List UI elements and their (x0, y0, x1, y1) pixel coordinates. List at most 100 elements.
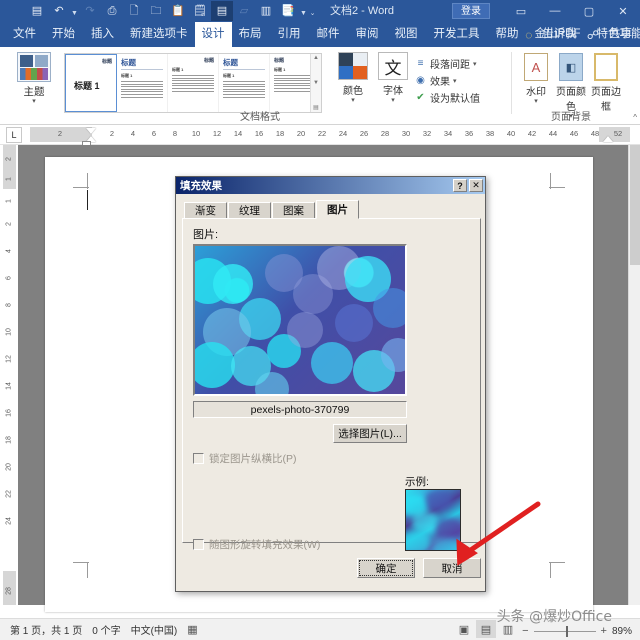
horizontal-ruler[interactable]: L 2 2 4 6 8 10 12 14 16 18 20 22 24 26 2… (0, 125, 640, 146)
ribbon-display-options-icon[interactable]: ▭ (504, 0, 538, 22)
person-share-icon[interactable]: ☍ (587, 28, 599, 42)
colors-button[interactable]: 颜色 ▾ (334, 52, 372, 104)
dialog-tab-pattern[interactable]: 图案 (272, 202, 315, 219)
fill-effects-dialog[interactable]: 填充效果 ? ✕ 渐变 纹理 图案 图片 图片: pexels-photo-37… (175, 176, 486, 592)
open-folder-icon[interactable]: 🗀 (145, 1, 167, 21)
print-layout-view-icon[interactable]: ▤ (476, 620, 496, 638)
undo-dropdown-icon[interactable]: ▼ (70, 1, 79, 21)
first-line-indent-marker[interactable] (86, 128, 96, 134)
maximize-icon[interactable]: ▢ (572, 0, 606, 22)
right-indent-marker[interactable] (603, 136, 613, 142)
chevron-down-icon[interactable]: ▾ (32, 98, 36, 105)
gallery-item[interactable]: 标题 标题 1 (65, 54, 117, 112)
close-icon[interactable]: ✕ (606, 0, 640, 22)
gallery-item-sub: 标题 1 (74, 81, 100, 91)
vruler-number: 2 (5, 222, 13, 226)
themes-button[interactable]: 主题 ▾ (8, 52, 60, 114)
tab-stop-icon[interactable]: L (6, 127, 22, 143)
gallery-item[interactable]: 标题 标题 1 (219, 54, 270, 112)
collapse-ribbon-icon[interactable]: ^ (633, 113, 637, 122)
zoom-slider-handle[interactable] (565, 625, 568, 637)
ruler-number: 48 (590, 129, 600, 138)
tell-me-button[interactable]: 告诉我 (538, 22, 581, 47)
chevron-down-icon[interactable]: ▾ (473, 60, 477, 68)
ok-button[interactable]: 确定 (357, 558, 415, 578)
zoom-in-button[interactable]: + (601, 625, 607, 637)
tab-developer[interactable]: 开发工具 (427, 22, 487, 47)
chevron-down-icon[interactable]: ▾ (374, 97, 412, 104)
tab-design[interactable]: 设计 (194, 22, 232, 47)
effects-button[interactable]: ◉ 效果 ▾ (414, 72, 506, 89)
vertical-ruler[interactable]: 2 1 1 2 4 6 8 10 12 14 16 18 20 22 24 28 (0, 145, 18, 605)
tab-mailings[interactable]: 邮件 (310, 22, 347, 47)
lock-aspect-ratio-checkbox: 锁定图片纵横比(P) (193, 451, 297, 466)
tab-insert[interactable]: 插入 (84, 22, 121, 47)
tab-view[interactable]: 视图 (388, 22, 425, 47)
ribbon-tab-right: ◌ 告诉我 ☍ 共享 (525, 22, 636, 47)
document-title: 文档2 - Word (330, 5, 394, 17)
qat-more-icon[interactable]: ▼ (299, 1, 308, 21)
set-as-default-button[interactable]: ✔ 设为默认值 (414, 89, 506, 106)
chevron-down-icon[interactable]: ▾ (334, 97, 372, 104)
word-count[interactable]: 0 个字 (92, 622, 120, 637)
tab-new-tab[interactable]: 新建选项卡 (123, 22, 195, 47)
tab-review[interactable]: 审阅 (349, 22, 386, 47)
dialog-help-icon[interactable]: ? (453, 179, 467, 192)
qat-customize-icon[interactable]: ⌄ (308, 1, 317, 21)
minimize-icon[interactable]: — (538, 0, 572, 22)
vruler-number: 4 (5, 249, 13, 253)
print-preview-icon[interactable]: ⎙ (101, 1, 123, 21)
gallery-scrollbar[interactable]: ▲ ▼ ▤ (310, 54, 321, 112)
gallery-item[interactable]: 标题 标题 1 (117, 54, 168, 112)
zoom-out-button[interactable]: − (522, 625, 528, 637)
clipboard-icon[interactable]: 📑 (277, 1, 299, 21)
scroll-up-icon[interactable]: ▲ (313, 55, 319, 61)
dialog-tab-gradient[interactable]: 渐变 (184, 202, 227, 219)
style-set-gallery[interactable]: 标题 标题 1 标题 标题 1 标题 标题 1 标题 标题 1 标题 标题 1 … (64, 53, 322, 113)
dialog-tab-picture[interactable]: 图片 (316, 200, 359, 219)
save-icon[interactable]: ▤ (26, 1, 48, 21)
cancel-button[interactable]: 取消 (423, 558, 481, 578)
share-button[interactable]: 共享 (605, 22, 636, 47)
paragraph-spacing-button[interactable]: ≡ 段落间距 ▾ (414, 55, 506, 72)
tab-help[interactable]: 帮助 (489, 22, 526, 47)
undo-icon[interactable]: ↶ (48, 1, 70, 21)
font-glyph-icon: 文 (378, 52, 408, 80)
chevron-down-icon[interactable]: ▾ (453, 77, 457, 85)
ruler-number: 28 (380, 129, 390, 138)
fonts-button[interactable]: 文 字体 ▾ (374, 52, 412, 104)
choose-picture-button[interactable]: 选择图片(L)... (333, 424, 407, 443)
shape-icon[interactable]: ▱ (233, 1, 255, 21)
gallery-item-title: 标题 (121, 57, 163, 70)
chevron-down-icon[interactable]: ▾ (518, 98, 554, 105)
dialog-tab-texture[interactable]: 纹理 (228, 202, 271, 219)
read-mode-view-icon[interactable]: ▣ (454, 620, 474, 638)
zoom-level[interactable]: 89% (612, 626, 632, 637)
new-document-icon[interactable]: 🗋 (123, 1, 145, 21)
tab-home[interactable]: 开始 (45, 22, 82, 47)
color-swatch-icon (338, 52, 368, 80)
scrollbar-thumb[interactable] (630, 145, 640, 265)
scroll-down-icon[interactable]: ▼ (313, 80, 319, 86)
paste-special-icon[interactable]: 🗒 (189, 1, 211, 21)
page-indicator[interactable]: 第 1 页，共 1 页 (10, 622, 82, 637)
tab-references[interactable]: 引用 (271, 22, 308, 47)
themes-label: 主题 (23, 86, 45, 98)
lightbulb-icon[interactable]: ◌ (525, 28, 532, 42)
proofing-errors-icon[interactable]: ▦ (187, 623, 197, 636)
paste-icon[interactable]: 📋 (167, 1, 189, 21)
dialog-close-icon[interactable]: ✕ (469, 179, 483, 192)
tab-layout[interactable]: 布局 (232, 22, 269, 47)
zoom-slider[interactable] (533, 625, 596, 637)
language-indicator[interactable]: 中文(中国) (131, 622, 178, 637)
columns-icon[interactable]: ▥ (255, 1, 277, 21)
watermark-button[interactable]: A 水印 ▾ (518, 53, 554, 105)
ruler-track[interactable]: 2 2 4 6 8 10 12 14 16 18 20 22 24 26 28 … (30, 127, 630, 146)
sign-in-button[interactable]: 登录 (452, 3, 490, 19)
read-mode-icon[interactable]: ▤ (211, 1, 233, 21)
redo-icon[interactable]: ↷ (79, 1, 101, 21)
page-borders-button[interactable]: 页面边框 (588, 53, 624, 113)
vertical-scrollbar[interactable] (628, 145, 640, 605)
gallery-item[interactable]: 标题 标题 1 (168, 54, 219, 112)
tab-file[interactable]: 文件 (6, 22, 43, 47)
